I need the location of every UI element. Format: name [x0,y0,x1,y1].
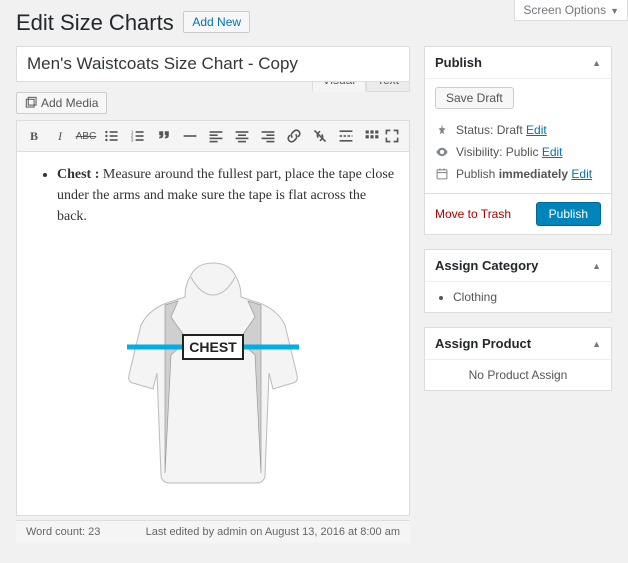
assign-category-box: Assign Category ▲ Clothing [424,249,612,313]
screen-options-label: Screen Options [523,3,606,17]
toggle-icon[interactable]: ▲ [592,261,601,271]
calendar-icon [435,167,449,181]
strikethrough-button[interactable]: ABC [75,125,97,147]
blockquote-button[interactable] [153,125,175,147]
horizontal-rule-button[interactable] [179,125,201,147]
read-more-button[interactable] [335,125,357,147]
italic-button[interactable]: I [49,125,71,147]
toggle-icon[interactable]: ▲ [592,58,601,68]
status-label: Status: Draft Edit [456,123,547,137]
screen-options-toggle[interactable]: Screen Options ▼ [514,0,628,21]
save-draft-button[interactable]: Save Draft [435,87,514,109]
svg-text:CHEST: CHEST [189,339,237,355]
media-icon [25,96,38,109]
editor-container: B I ABC 123 [16,120,410,516]
bullet-list-button[interactable] [101,125,123,147]
post-title-input[interactable] [16,46,410,82]
edit-schedule-link[interactable]: Edit [571,167,592,181]
align-right-button[interactable] [257,125,279,147]
publish-button[interactable]: Publish [536,202,601,226]
bold-button[interactable]: B [23,125,45,147]
word-count: Word count: 23 [26,526,100,538]
last-edited: Last edited by admin on August 13, 2016 … [146,526,400,538]
kitchen-sink-button[interactable] [361,125,383,147]
chevron-down-icon: ▼ [610,6,619,16]
unlink-button[interactable] [309,125,331,147]
edit-visibility-link[interactable]: Edit [542,145,563,159]
numbered-list-button[interactable]: 123 [127,125,149,147]
eye-icon [435,145,449,159]
link-button[interactable] [283,125,305,147]
chest-illustration: CHEST [31,255,395,505]
align-center-button[interactable] [231,125,253,147]
content-list-item: Chest : Measure around the fullest part,… [57,164,395,227]
publish-heading: Publish [435,55,482,70]
edit-status-link[interactable]: Edit [526,123,547,137]
move-to-trash-link[interactable]: Move to Trash [435,207,511,221]
editor-content[interactable]: Chest : Measure around the fullest part,… [17,152,409,515]
pin-icon [435,123,449,137]
assign-category-heading: Assign Category [435,258,538,273]
toggle-icon[interactable]: ▲ [592,339,601,349]
editor-footer: Word count: 23 Last edited by admin on A… [16,520,410,543]
svg-text:3: 3 [131,138,134,144]
editor-toolbar: B I ABC 123 [17,121,409,152]
category-item: Clothing [453,290,601,304]
add-media-button[interactable]: Add Media [16,92,107,114]
no-product-label: No Product Assign [469,368,568,382]
align-left-button[interactable] [205,125,227,147]
page-title: Edit Size Charts [16,10,174,36]
schedule-label: Publish immediately Edit [456,167,592,181]
publish-box: Publish ▲ Save Draft Status: Draft Edit … [424,46,612,235]
add-new-button[interactable]: Add New [183,11,250,33]
assign-product-box: Assign Product ▲ No Product Assign [424,327,612,391]
fullscreen-button[interactable] [381,125,403,147]
visibility-label: Visibility: Public Edit [456,145,563,159]
assign-product-heading: Assign Product [435,336,531,351]
